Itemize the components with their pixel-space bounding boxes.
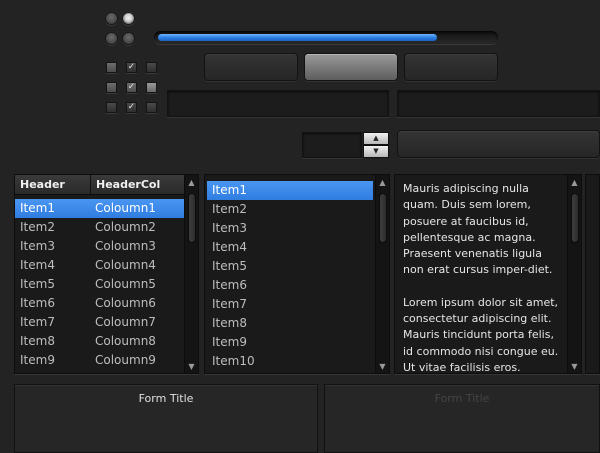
list-body: Item1 Item2 Item3 Item4 Item5 Item6 Item7 Item8… [207,181,373,371]
checkbox[interactable]: ✓ [126,102,137,113]
button-normal[interactable] [204,53,298,81]
checkbox[interactable] [146,82,157,93]
table-body: Item1 Coloumn1 Item2 Coloumn2 Item3 Coloumn3 I… [15,199,184,370]
table-cell-item: Item2 [20,220,55,234]
scroll-up-icon[interactable]: ▲ [185,178,198,187]
text-field-1[interactable] [167,90,389,117]
table-header-2[interactable]: HeaderCol [90,175,184,195]
table-row[interactable]: Item2 Coloumn2 [15,218,184,237]
table-row[interactable]: Item7 Coloumn7 [15,313,184,332]
textarea-panel[interactable]: Mauris adipiscing nulla quam. Duis sem l… [394,174,582,374]
form-panel-2: Form Title [324,384,600,453]
list-item[interactable]: Item2 [207,200,373,219]
list-item[interactable]: Item9 [207,333,373,352]
table-cell-item: Item8 [20,334,55,348]
progress-bar [154,31,498,44]
table-cell-column: Coloumn1 [95,201,156,215]
form-title: Form Title [434,392,490,405]
checkbox[interactable]: ✓ [126,82,137,93]
list-item[interactable]: Item5 [207,257,373,276]
spinner-down-button[interactable]: ▼ [363,145,389,158]
scroll-up-icon[interactable]: ▲ [376,178,389,187]
table-cell-column: Coloumn9 [95,353,156,367]
table-cell-column: Coloumn2 [95,220,156,234]
partial-panel [585,174,600,374]
form-title: Form Title [138,392,194,405]
text-field-2[interactable] [397,90,600,117]
spinner-up-button[interactable]: ▲ [363,132,389,145]
checkbox[interactable] [146,102,157,113]
textarea-content: Mauris adipiscing nulla quam. Duis sem l… [403,181,559,374]
scroll-down-icon[interactable]: ▼ [568,362,581,371]
table-cell-column: Coloumn8 [95,334,156,348]
table-cell-item: Item4 [20,258,55,272]
arrow-down-icon: ▼ [373,147,379,155]
textarea-scrollbar[interactable]: ▲ ▼ [567,175,581,373]
combo-box[interactable] [397,130,600,158]
list-item[interactable]: Item6 [207,276,373,295]
table-scrollbar[interactable]: ▲ ▼ [184,175,198,373]
radio-button[interactable] [105,32,118,45]
checkbox[interactable]: ✓ [126,62,137,73]
spinner-input[interactable] [302,132,362,158]
list-item[interactable]: Item8 [207,314,373,333]
table-row[interactable]: Item5 Coloumn5 [15,275,184,294]
scroll-thumb[interactable] [571,193,579,243]
table-cell-item: Item1 [20,201,55,215]
list-item[interactable]: Item7 [207,295,373,314]
list-item[interactable]: Item10 [207,352,373,371]
button-disabled[interactable] [404,53,498,81]
table-row[interactable]: Item6 Coloumn6 [15,294,184,313]
list-panel: Item1 Item2 Item3 Item4 Item5 Item6 Item7 Item8… [204,174,390,374]
list-scrollbar[interactable]: ▲ ▼ [375,175,389,373]
button-pressed[interactable] [304,53,398,81]
table-cell-column: Coloumn3 [95,239,156,253]
table-cell-item: Item5 [20,277,55,291]
arrow-up-icon: ▲ [373,134,379,142]
table-header-1[interactable]: Header [15,175,90,195]
checkbox[interactable] [106,62,117,73]
table-cell-item: Item3 [20,239,55,253]
radio-button[interactable] [105,12,118,25]
table-cell-item: Item6 [20,296,55,310]
table-cell-column: Coloumn6 [95,296,156,310]
table-cell-column: Coloumn5 [95,277,156,291]
list-item[interactable]: Item4 [207,238,373,257]
table-panel: Header HeaderCol Item1 Coloumn1 Item2 Colou… [14,174,199,374]
scroll-thumb[interactable] [379,193,387,243]
scroll-thumb[interactable] [188,193,196,243]
radio-button[interactable] [122,32,135,45]
scroll-up-icon[interactable]: ▲ [568,178,581,187]
table-row[interactable]: Item9 Coloumn9 [15,351,184,370]
list-item[interactable]: Item1 [207,181,373,200]
form-panel-1: Form Title [14,384,318,453]
table-row[interactable]: Item4 Coloumn4 [15,256,184,275]
table-row[interactable]: Item3 Coloumn3 [15,237,184,256]
table-cell-item: Item9 [20,353,55,367]
checkbox[interactable] [106,82,117,93]
scroll-down-icon[interactable]: ▼ [376,362,389,371]
checkbox[interactable] [146,62,157,73]
scroll-down-icon[interactable]: ▼ [185,362,198,371]
radio-button[interactable] [122,12,135,25]
table-cell-column: Coloumn7 [95,315,156,329]
checkbox[interactable] [106,102,117,113]
table-cell-column: Coloumn4 [95,258,156,272]
progress-fill [158,34,437,41]
textarea-paragraph-1: Mauris adipiscing nulla quam. Duis sem l… [403,182,553,277]
textarea-paragraph-2: Lorem ipsum dolor sit amet, consectetur … [403,295,559,374]
list-item[interactable]: Item3 [207,219,373,238]
table-cell-item: Item7 [20,315,55,329]
table-row[interactable]: Item1 Coloumn1 [15,199,184,218]
table-row[interactable]: Item8 Coloumn8 [15,332,184,351]
